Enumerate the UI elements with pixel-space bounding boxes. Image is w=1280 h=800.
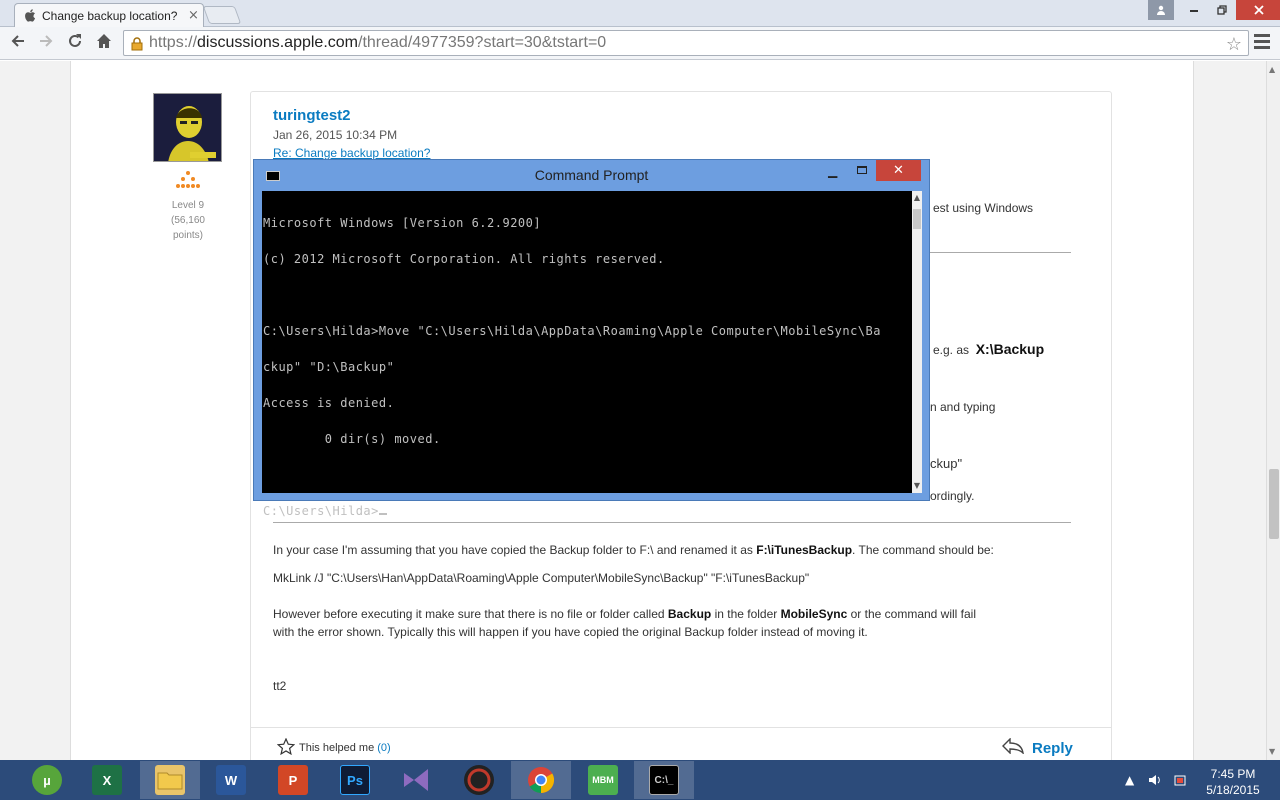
cmd-scroll-down-icon[interactable]: ▼ bbox=[912, 481, 922, 490]
chrome-taskbar-button[interactable] bbox=[511, 761, 571, 799]
close-icon[interactable] bbox=[1236, 0, 1280, 20]
power-icon[interactable] bbox=[1173, 773, 1187, 790]
cmd-scrollbar[interactable]: ▲ ▼ bbox=[912, 191, 922, 493]
helped-me-label: This helped me bbox=[299, 742, 375, 754]
scrollbar-thumb[interactable] bbox=[1269, 469, 1279, 539]
address-bar[interactable]: https://discussions.apple.com/thread/497… bbox=[123, 30, 1249, 56]
powerpoint-taskbar-button[interactable]: P bbox=[263, 761, 323, 799]
media-app-taskbar-button[interactable] bbox=[449, 761, 509, 799]
cmd-console[interactable]: Microsoft Windows [Version 6.2.9200] (c)… bbox=[262, 191, 912, 517]
cmd-output: Microsoft Windows [Version 6.2.9200] (c)… bbox=[263, 216, 881, 518]
reload-icon[interactable] bbox=[64, 33, 86, 55]
utorrent-icon: µ bbox=[32, 765, 62, 795]
mbm-app-icon: MBM bbox=[588, 765, 618, 795]
post-text-fragment: est using Windows bbox=[933, 201, 1034, 215]
minimize-icon[interactable] bbox=[1180, 0, 1208, 20]
url-text: https://discussions.apple.com/thread/497… bbox=[149, 34, 607, 51]
helped-me-button[interactable]: This helped me (0) bbox=[276, 737, 391, 758]
chrome-menu-icon[interactable] bbox=[1254, 34, 1270, 52]
post-paragraph: with the error shown. Typically this wil… bbox=[273, 625, 868, 639]
tab-close-icon[interactable]: × bbox=[188, 8, 199, 23]
post-paragraph: However before executing it make sure th… bbox=[273, 607, 977, 621]
tab-strip: Change backup location? × bbox=[0, 0, 1280, 27]
photoshop-icon: Ps bbox=[340, 765, 370, 795]
command-prompt-taskbar-button[interactable]: C:\_ bbox=[634, 761, 694, 799]
user-level: Level 9 (56,160 points) bbox=[171, 200, 205, 241]
clock-time: 7:45 PM bbox=[1210, 767, 1256, 781]
browser-tab[interactable]: Change backup location? × bbox=[14, 3, 204, 27]
cmd-titlebar[interactable]: Command Prompt ▁ ✕ bbox=[254, 160, 929, 190]
post-date: Jan 26, 2015 10:34 PM bbox=[273, 128, 398, 142]
browser-toolbar: https://discussions.apple.com/thread/497… bbox=[0, 27, 1280, 60]
media-app-icon bbox=[464, 765, 494, 795]
scroll-up-arrow-icon[interactable]: ▲ bbox=[1269, 65, 1275, 74]
system-clock[interactable]: 7:45 PM 5/18/2015 bbox=[1198, 766, 1268, 798]
volume-icon[interactable] bbox=[1148, 773, 1162, 790]
back-arrow-icon[interactable] bbox=[7, 33, 29, 55]
command-prompt-window[interactable]: Command Prompt ▁ ✕ Microsoft Windows [Ve… bbox=[253, 159, 930, 517]
apple-favicon-icon bbox=[25, 9, 36, 22]
cmd-scroll-thumb[interactable] bbox=[913, 209, 921, 229]
reply-button[interactable]: Reply bbox=[1002, 737, 1073, 758]
mklink-command-text: MkLink /J "C:\Users\Han\AppData\Roaming\… bbox=[273, 571, 810, 585]
scroll-down-arrow-icon[interactable]: ▼ bbox=[1269, 747, 1275, 756]
excel-icon: X bbox=[92, 765, 122, 795]
new-tab-button[interactable] bbox=[202, 6, 242, 24]
level-badge-icon bbox=[174, 170, 202, 192]
reply-arrow-icon bbox=[1002, 737, 1025, 758]
cmd-icon: C:\_ bbox=[649, 765, 679, 795]
folder-icon bbox=[155, 765, 185, 795]
user-icon[interactable] bbox=[1148, 0, 1174, 20]
star-icon bbox=[276, 737, 296, 758]
forward-arrow-icon[interactable] bbox=[35, 33, 57, 55]
powerpoint-icon: P bbox=[278, 765, 308, 795]
window-controls bbox=[1148, 0, 1280, 20]
tab-title: Change backup location? bbox=[42, 8, 178, 23]
post-paragraph: In your case I'm assuming that you have … bbox=[273, 543, 994, 557]
chrome-icon bbox=[526, 765, 556, 795]
reply-label: Reply bbox=[1032, 739, 1073, 757]
cmd-cursor bbox=[378, 513, 387, 515]
cmd-maximize-icon[interactable] bbox=[857, 166, 867, 174]
excel-taskbar-button[interactable]: X bbox=[77, 761, 137, 799]
word-taskbar-button[interactable]: W bbox=[201, 761, 261, 799]
post-signature: tt2 bbox=[273, 679, 287, 693]
cmd-scroll-up-icon[interactable]: ▲ bbox=[912, 193, 922, 202]
restore-icon[interactable] bbox=[1208, 0, 1236, 20]
mbm-app-taskbar-button[interactable]: MBM bbox=[573, 761, 633, 799]
bookmark-star-icon[interactable]: ☆ bbox=[1226, 34, 1242, 55]
home-icon[interactable] bbox=[93, 33, 115, 55]
show-hidden-icons-icon[interactable]: ▲ bbox=[1125, 773, 1134, 787]
visual-studio-icon bbox=[402, 765, 432, 795]
post-text-fragment: n and typing bbox=[930, 400, 996, 414]
divider bbox=[930, 252, 1071, 253]
post-reply-link[interactable]: Re: Change backup location? bbox=[273, 146, 430, 160]
avatar[interactable] bbox=[153, 93, 222, 162]
utorrent-taskbar-button[interactable]: µ bbox=[17, 761, 77, 799]
cmd-close-icon[interactable]: ✕ bbox=[876, 160, 921, 181]
helped-me-count[interactable]: (0) bbox=[377, 742, 390, 754]
cmd-minimize-icon[interactable]: ▁ bbox=[828, 164, 837, 178]
windows-taskbar: µ X W P Ps MBM C:\_ ▲ 7:45 PM 5/18/2015 bbox=[0, 760, 1280, 800]
lock-icon bbox=[130, 36, 144, 51]
word-icon: W bbox=[216, 765, 246, 795]
post-text-fragment: ckup" bbox=[930, 456, 963, 471]
post-text-fragment: ordingly. bbox=[930, 489, 975, 503]
file-explorer-taskbar-button[interactable] bbox=[140, 761, 200, 799]
photoshop-taskbar-button[interactable]: Ps bbox=[325, 761, 385, 799]
page-scrollbar[interactable]: ▲ ▼ bbox=[1266, 61, 1280, 760]
post-text-fragment: e.g. as X:\Backup bbox=[933, 341, 1045, 357]
clock-date: 5/18/2015 bbox=[1206, 783, 1260, 797]
visual-studio-taskbar-button[interactable] bbox=[387, 761, 447, 799]
divider bbox=[251, 727, 1111, 728]
post-author[interactable]: turingtest2 bbox=[273, 107, 351, 124]
